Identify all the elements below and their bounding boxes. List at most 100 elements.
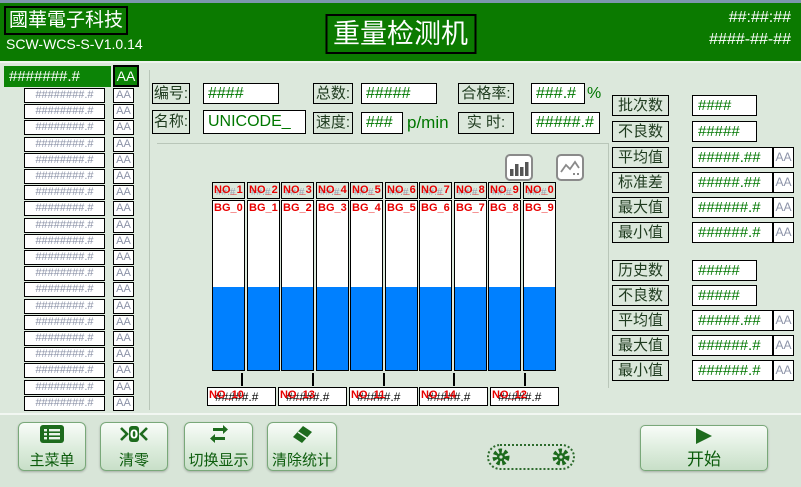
stat-unit: AA	[773, 197, 794, 218]
stat-value: ######.#	[692, 197, 773, 218]
stat-value: #####	[692, 285, 757, 306]
name-field[interactable]: UNICODE_	[203, 110, 306, 134]
bottom-cell-no-label: NO_11	[351, 389, 385, 401]
chart-column-header: ##.#NO_0	[523, 182, 556, 199]
bottom-cell-no-label: NO_12	[492, 389, 527, 401]
line-chart-icon[interactable]	[556, 154, 584, 181]
chart-column-header: ##.#NO_3	[281, 182, 314, 199]
chart-column-header: ##.#NO_2	[247, 182, 280, 199]
switch-display-icon	[207, 424, 231, 448]
stat-label: 最大值	[612, 335, 669, 356]
divider-line	[149, 70, 150, 410]
bar-bg-label: BG_1	[249, 202, 278, 214]
weight-list-value: ########.#	[24, 347, 105, 362]
chart-bottom-cell: #####.#NO_11	[349, 387, 418, 406]
stat-label: 不良数	[612, 285, 669, 306]
bar-chart-icon[interactable]	[505, 154, 533, 181]
total-count-value: #####	[361, 83, 437, 104]
toolbar-button-label: 清除统计	[272, 449, 332, 470]
chart-column-header: ##.#NO_9	[488, 182, 521, 199]
stat-label: 不良数	[612, 121, 669, 142]
chart-column-header: ##.#NO_1	[212, 182, 245, 199]
weight-list-unit: AA	[113, 331, 134, 346]
toolbar-button-label: 清零	[119, 449, 149, 470]
page-title: 重量检测机	[325, 14, 476, 54]
chart-column-header: ##.#NO_5	[350, 182, 383, 199]
weight-list-value: ########.#	[24, 363, 105, 378]
weight-list-unit: AA	[113, 201, 134, 216]
chart-bottom-cell: #####.#NO_13	[278, 387, 347, 406]
weight-list-value: ########.#	[24, 282, 105, 297]
weight-list-unit: AA	[113, 153, 134, 168]
stat-unit: AA	[773, 147, 794, 168]
start-button[interactable]: 开始	[640, 425, 768, 471]
chart-bottom-cell: #####.#NO_14	[419, 387, 488, 406]
bar-fill	[317, 287, 348, 370]
toolbar-button-clear-zero[interactable]: 0 清零	[100, 422, 168, 471]
weight-list-value: ########.#	[24, 234, 105, 249]
weight-list-unit: AA	[113, 88, 134, 103]
column-no-label: NO_8	[456, 184, 485, 196]
weight-list-value: ########.#	[24, 250, 105, 265]
stat-label: 标准差	[612, 172, 669, 193]
chart-bar: BG_4	[350, 200, 383, 371]
stat-label: 历史数	[612, 260, 669, 281]
weight-list-unit: AA	[113, 218, 134, 233]
chart-column-header: ##.#NO_4	[316, 182, 349, 199]
current-weight-unit: AA	[113, 65, 139, 87]
weight-list-value: ########.#	[24, 299, 105, 314]
axis-tick-mark	[312, 373, 314, 386]
bar-bg-label: BG_7	[456, 202, 485, 214]
start-button-label: 开始	[687, 445, 721, 470]
bottom-cell-no-label: NO_13	[280, 389, 315, 401]
weight-list-value: ########.#	[24, 380, 105, 395]
bar-bg-label: BG_9	[525, 202, 554, 214]
bar-bg-label: BG_2	[283, 202, 312, 214]
id-field[interactable]: ####	[203, 83, 279, 104]
stat-unit: AA	[773, 172, 794, 193]
weight-list-value: ########.#	[24, 104, 105, 119]
weight-list-unit: AA	[113, 299, 134, 314]
weight-list-unit: AA	[113, 250, 134, 265]
toolbar-button-main-menu[interactable]: 主菜单	[18, 422, 86, 471]
menu-icon	[39, 424, 65, 448]
bar-bg-label: BG_6	[421, 202, 450, 214]
stat-unit: AA	[773, 360, 794, 381]
stat-value: #####.##	[692, 172, 773, 193]
speed-value: ###	[361, 112, 403, 134]
stat-label: 平均值	[612, 147, 669, 168]
bar-fill	[213, 287, 244, 370]
pass-rate-value: ###.#	[531, 83, 585, 104]
bar-fill	[420, 287, 451, 370]
realtime-label: 实 时:	[458, 112, 514, 134]
chart-bar: BG_7	[454, 200, 487, 371]
current-weight-display: #######.#	[4, 66, 111, 87]
axis-tick-mark	[383, 373, 385, 386]
weight-list-value: ########.#	[24, 185, 105, 200]
bar-fill	[282, 287, 313, 370]
stat-value: ######.#	[692, 222, 773, 243]
stat-label: 最小值	[612, 222, 669, 243]
name-label: 名称:	[152, 110, 190, 134]
stat-value: ####	[692, 95, 757, 116]
toolbar-button-clear-stats[interactable]: 清除统计	[267, 422, 337, 471]
weight-list-value: ########.#	[24, 266, 105, 281]
column-no-label: NO_2	[249, 184, 278, 196]
company-name: 國華電子科技	[4, 6, 128, 35]
stat-value: #####.##	[692, 147, 773, 168]
toolbar-button-label: 主菜单	[29, 449, 74, 470]
bar-fill	[351, 287, 382, 370]
weight-list-value: ########.#	[24, 169, 105, 184]
weight-list-unit: AA	[113, 120, 134, 135]
toolbar-button-switch-display[interactable]: 切换显示	[184, 422, 253, 471]
stat-label: 批次数	[612, 95, 669, 116]
bar-bg-label: BG_8	[490, 202, 519, 214]
chart-bottom-cell: #####.#NO_12	[490, 387, 559, 406]
chart-bar: BG_1	[247, 200, 280, 371]
svg-text:0: 0	[130, 427, 138, 441]
header-bar: 國華電子科技 SCW-WCS-S-V1.0.14 重量检测机 ##:##:## …	[0, 3, 801, 63]
divider-line	[157, 143, 609, 144]
chart-bar: BG_2	[281, 200, 314, 371]
weight-list-unit: AA	[113, 396, 134, 411]
bar-bg-label: BG_4	[352, 202, 381, 214]
